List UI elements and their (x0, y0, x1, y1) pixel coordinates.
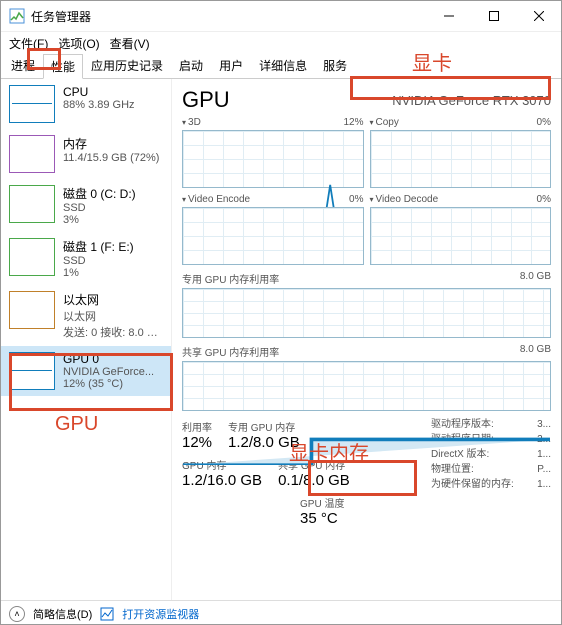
sidebar-item-disk1[interactable]: 磁盘 1 (F: E:) SSD 1% (1, 232, 171, 285)
main-panel: GPU NVIDIA GeForce RTX 3070 ▾3D 12% ▾Co (172, 79, 561, 600)
maximize-button[interactable] (471, 1, 516, 31)
close-icon (534, 11, 544, 21)
sidebar-item-ethernet[interactable]: 以太网 以太网 发送: 0 接收: 8.0 Kbps (1, 285, 171, 346)
minimize-button[interactable] (426, 1, 471, 31)
page-title: GPU (182, 87, 230, 113)
titlebar: 任务管理器 (1, 1, 561, 32)
graphs-row-1: ▾3D 12% ▾Copy 0% (182, 117, 551, 188)
sidebar-item-disk0[interactable]: 磁盘 0 (C: D:) SSD 3% (1, 179, 171, 232)
detail-label: 为硬件保留的内存: (431, 477, 514, 492)
ethernet-thumb (9, 291, 55, 329)
sidebar-sub: 发送: 0 接收: 8.0 Kbps (63, 324, 163, 340)
window-buttons (426, 1, 561, 31)
tabbar: 进程 性能 应用历史记录 启动 用户 详细信息 服务 (1, 54, 561, 79)
disk-thumb (9, 238, 55, 276)
chevron-down-icon: ▾ (182, 118, 186, 127)
graph-pct: 0% (537, 194, 551, 205)
maximize-icon (489, 11, 499, 21)
close-button[interactable] (516, 1, 561, 31)
tab-app-history[interactable]: 应用历史记录 (83, 53, 171, 78)
menubar: 文件(F) 选项(O) 查看(V) (1, 32, 561, 54)
fewer-details-button[interactable]: ˄ (9, 606, 25, 622)
tab-processes[interactable]: 进程 (3, 53, 43, 78)
resmon-icon (100, 607, 114, 621)
task-manager-icon (9, 8, 25, 24)
stat-temp: 35 °C (300, 510, 344, 527)
graph-dedicated-label: 专用 GPU 内存利用率 (182, 271, 279, 286)
stat-temp-label: GPU 温度 (300, 495, 344, 510)
graph-pct: 0% (537, 117, 551, 128)
detail-val: 1... (537, 477, 551, 492)
graph-shared-memory[interactable] (182, 361, 551, 411)
graph-video-decode[interactable] (370, 207, 552, 265)
tab-services[interactable]: 服务 (315, 53, 355, 78)
tab-performance[interactable]: 性能 (43, 54, 83, 79)
graph-video-encode[interactable] (182, 207, 364, 265)
graph-3d[interactable] (182, 130, 364, 188)
gpu-thumb (9, 352, 55, 390)
stat-shared: 0.1/8.0 GB (278, 472, 350, 489)
sidebar-sub: 88% 3.89 GHz (63, 99, 135, 111)
sidebar-sub: 11.4/15.9 GB (72%) (63, 152, 159, 164)
memory-thumb (9, 135, 55, 173)
window-title: 任务管理器 (31, 8, 426, 25)
menu-options[interactable]: 选项(O) (54, 33, 103, 54)
sidebar-sub: 12% (35 °C) (63, 378, 154, 390)
sidebar-item-cpu[interactable]: CPU 88% 3.89 GHz (1, 79, 171, 129)
chevron-up-icon: ˄ (14, 609, 19, 619)
sidebar-sub: 3% (63, 214, 136, 226)
graph-label: Video Decode (376, 194, 439, 205)
footer: ˄ 简略信息(D) 打开资源监视器 (1, 600, 561, 625)
content: CPU 88% 3.89 GHz 内存 11.4/15.9 GB (72%) 磁… (1, 79, 561, 600)
sidebar-label: GPU 0 (63, 352, 154, 366)
sidebar-item-gpu0[interactable]: GPU 0 NVIDIA GeForce... 12% (35 °C) (1, 346, 171, 396)
sidebar: CPU 88% 3.89 GHz 内存 11.4/15.9 GB (72%) 磁… (1, 79, 172, 600)
sidebar-label: 磁盘 0 (C: D:) (63, 185, 136, 202)
sidebar-label: 磁盘 1 (F: E:) (63, 238, 134, 255)
graph-copy[interactable] (370, 130, 552, 188)
open-resmon-link[interactable]: 打开资源监视器 (122, 606, 199, 622)
tab-startup[interactable]: 启动 (171, 53, 211, 78)
tab-users[interactable]: 用户 (211, 53, 251, 78)
sidebar-label: 以太网 (63, 291, 163, 308)
gpu-name: NVIDIA GeForce RTX 3070 (392, 93, 551, 108)
sidebar-sub: SSD (63, 202, 136, 214)
sidebar-item-memory[interactable]: 内存 11.4/15.9 GB (72%) (1, 129, 171, 179)
graph-vdec-dropdown[interactable]: ▾Video Decode (370, 194, 439, 205)
minimize-icon (444, 11, 454, 21)
graph-label: 3D (188, 117, 201, 128)
chevron-down-icon: ▾ (370, 195, 374, 204)
menu-file[interactable]: 文件(F) (5, 33, 52, 54)
task-manager-window: 任务管理器 文件(F) 选项(O) 查看(V) 进程 性能 应用历史记录 启动 … (0, 0, 562, 625)
main-header: GPU NVIDIA GeForce RTX 3070 (182, 87, 551, 113)
graph-dedicated-max: 8.0 GB (520, 271, 551, 286)
graph-label: Copy (376, 117, 399, 128)
sidebar-sub: SSD (63, 255, 134, 267)
sidebar-sub: 1% (63, 267, 134, 279)
stat-gpumem: 1.2/16.0 GB (182, 472, 262, 489)
sidebar-sub: 以太网 (63, 308, 163, 324)
cpu-thumb (9, 85, 55, 123)
chevron-down-icon: ▾ (370, 118, 374, 127)
disk-thumb (9, 185, 55, 223)
menu-view[interactable]: 查看(V) (106, 33, 154, 54)
brief-info-label[interactable]: 简略信息(D) (33, 606, 92, 622)
tab-details[interactable]: 详细信息 (251, 53, 315, 78)
graph-pct: 12% (343, 117, 363, 128)
sidebar-sub: NVIDIA GeForce... (63, 366, 154, 378)
graph-dedicated-memory[interactable] (182, 288, 551, 338)
graph-copy-dropdown[interactable]: ▾Copy (370, 117, 399, 128)
graph-3d-dropdown[interactable]: ▾3D (182, 117, 201, 128)
sidebar-label: CPU (63, 85, 135, 99)
sidebar-label: 内存 (63, 135, 159, 152)
